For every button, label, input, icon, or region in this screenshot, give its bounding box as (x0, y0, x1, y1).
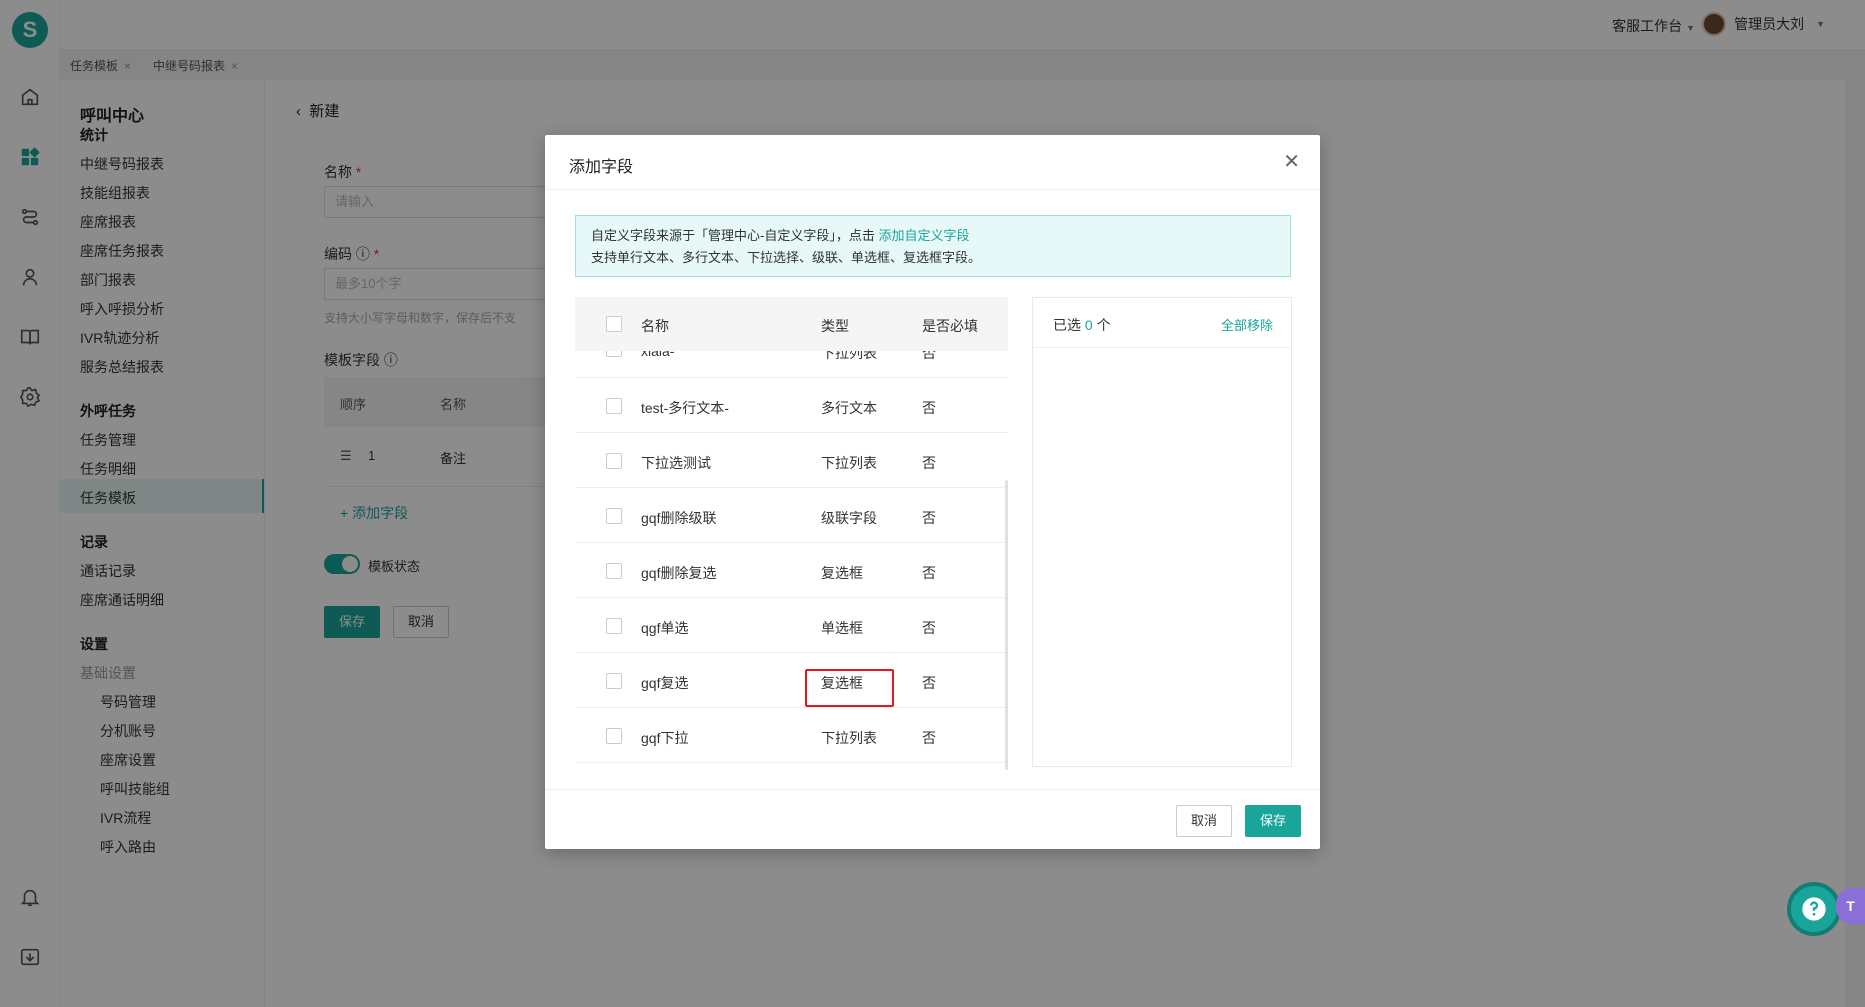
question-icon (1802, 897, 1826, 921)
row-name: gqf删除级联 (641, 510, 717, 526)
table-row[interactable]: gqf删除复选 复选框 否 (575, 543, 1008, 598)
table-row[interactable]: 下拉选测试 下拉列表 否 (575, 433, 1008, 488)
row-checkbox[interactable] (606, 618, 622, 634)
select-all-checkbox[interactable] (606, 316, 622, 332)
row-required: 否 (922, 675, 936, 691)
modal-save-button[interactable]: 保存 (1245, 805, 1302, 837)
row-name: gqf下拉 (641, 730, 689, 746)
notice-line-2: 支持单行文本、多行文本、下拉选择、级联、单选框、复选框字段。 (591, 250, 982, 265)
row-name: gqf删除复选 (641, 565, 717, 581)
row-checkbox[interactable] (606, 728, 622, 744)
row-required: 否 (922, 730, 936, 746)
divider (545, 789, 1320, 790)
row-checkbox[interactable] (606, 453, 622, 469)
row-type: 多行文本 (821, 400, 877, 416)
list-scrollbar[interactable] (1005, 480, 1008, 770)
row-required: 否 (922, 620, 936, 636)
selected-prefix: 已选 (1053, 317, 1081, 333)
selected-panel-header: 已选 0 个 全部移除 (1033, 298, 1291, 348)
row-checkbox[interactable] (606, 508, 622, 524)
row-name: qgf单选 (641, 620, 689, 636)
row-type: 级联字段 (821, 510, 877, 526)
row-type: 复选框 (821, 565, 863, 581)
row-type: 单选框 (821, 620, 863, 636)
row-required: 否 (922, 565, 936, 581)
highlight-box-cascade (805, 669, 894, 707)
row-checkbox[interactable] (606, 563, 622, 579)
field-list: 名称 类型 是否必填 xiala- 下拉列表 否 test-多行文本- 多行文本… (575, 297, 1008, 767)
info-notice: 自定义字段来源于「管理中心-自定义字段」，点击 添加自定义字段 支持单行文本、多… (575, 215, 1291, 277)
table-row[interactable]: gqf复选 复选框 否 (575, 653, 1008, 708)
add-field-modal: 添加字段 ✕ 自定义字段来源于「管理中心-自定义字段」，点击 添加自定义字段 支… (545, 135, 1320, 849)
help-tag[interactable]: T (1836, 888, 1865, 924)
notice-line-1: 自定义字段来源于「管理中心-自定义字段」，点击 添加自定义字段 (591, 225, 1275, 247)
col-name: 名称 (641, 318, 669, 334)
row-checkbox[interactable] (606, 398, 622, 414)
field-list-header: 名称 类型 是否必填 (575, 297, 1008, 351)
add-custom-field-link[interactable]: 添加自定义字段 (878, 228, 969, 243)
divider (545, 189, 1320, 190)
help-chat-button[interactable] (1787, 882, 1841, 936)
modal-cancel-button[interactable]: 取消 (1176, 805, 1233, 837)
remove-all-button[interactable]: 全部移除 (1221, 315, 1273, 334)
notice-text: 自定义字段来源于「管理中心-自定义字段」，点击 (591, 228, 875, 243)
table-row[interactable]: gqf下拉 下拉列表 否 (575, 708, 1008, 763)
close-icon[interactable]: ✕ (1283, 149, 1300, 174)
table-row[interactable]: qgf单选 单选框 否 (575, 598, 1008, 653)
row-checkbox[interactable] (606, 673, 622, 689)
row-name: 下拉选测试 (641, 455, 711, 471)
row-required: 否 (922, 510, 936, 526)
row-required: 否 (922, 455, 936, 471)
selected-number: 0 (1084, 317, 1093, 333)
selected-panel: 已选 0 个 全部移除 (1032, 297, 1292, 767)
row-type: 下拉列表 (821, 730, 877, 746)
table-row[interactable]: test-多行文本- 多行文本 否 (575, 378, 1008, 433)
row-name: gqf复选 (641, 675, 689, 691)
selected-suffix: 个 (1096, 317, 1111, 333)
col-type: 类型 (821, 318, 849, 334)
col-required: 是否必填 (922, 318, 978, 334)
row-type: 下拉列表 (821, 455, 877, 471)
table-row[interactable]: gqf删除级联 级联字段 否 (575, 488, 1008, 543)
row-name: test-多行文本- (641, 400, 729, 416)
selected-count: 已选 0 个 (1053, 315, 1111, 335)
modal-title: 添加字段 (569, 159, 634, 176)
row-required: 否 (922, 400, 936, 416)
